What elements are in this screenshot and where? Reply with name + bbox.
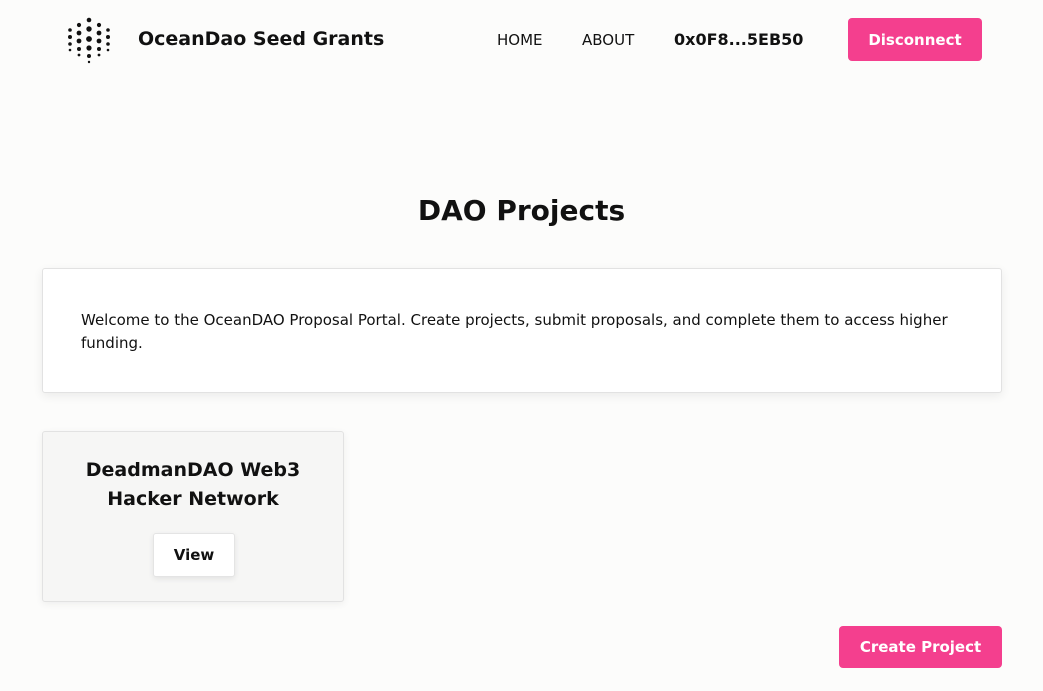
create-project-button[interactable]: Create Project [839,626,1002,668]
welcome-text: Welcome to the OceanDAO Proposal Portal.… [81,311,948,352]
header: OceanDao Seed Grants HOME ABOUT 0x0F8...… [0,0,1043,80]
disconnect-button[interactable]: Disconnect [848,18,982,61]
nav-home-link[interactable]: HOME [497,31,543,49]
project-title: DeadmanDAO Web3 Hacker Network [85,459,301,510]
brand-title[interactable]: OceanDao Seed Grants [138,28,384,50]
page-title: DAO Projects [417,194,626,227]
nav-about-link[interactable]: ABOUT [582,31,634,49]
project-card: DeadmanDAO Web3 Hacker Network View [42,431,344,602]
welcome-card: Welcome to the OceanDAO Proposal Portal.… [42,268,1002,393]
wallet-address: 0x0F8...5EB50 [674,30,804,49]
ocean-dot-logo-icon[interactable] [66,16,114,64]
view-project-button[interactable]: View [153,533,235,577]
